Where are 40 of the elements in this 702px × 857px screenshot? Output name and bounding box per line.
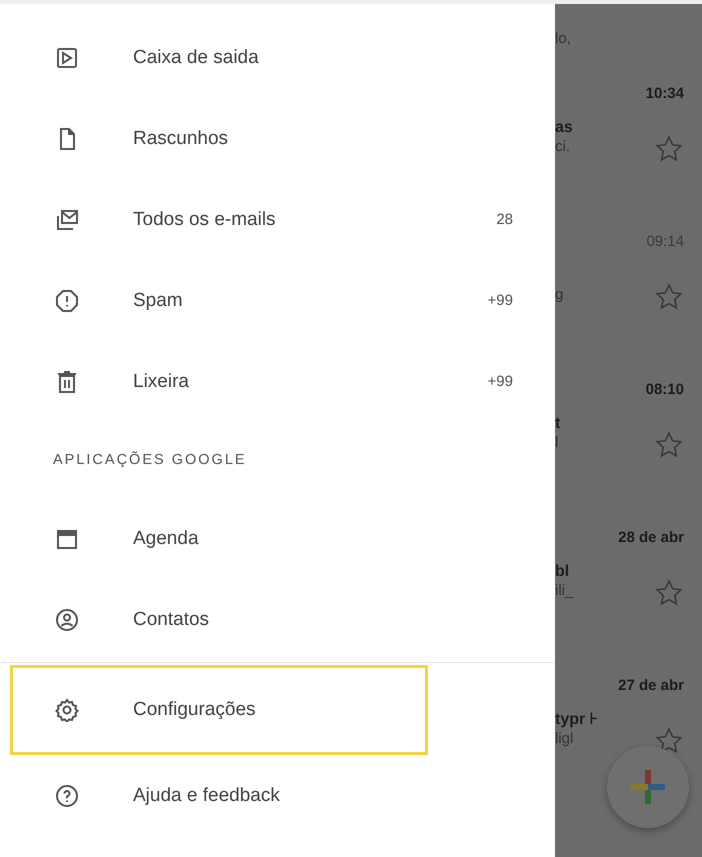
email-snippet: ci. [555, 138, 570, 156]
star-icon[interactable] [654, 282, 684, 312]
star-icon[interactable] [654, 578, 684, 608]
item-count: +99 [488, 373, 513, 390]
email-snippet: lo, [555, 30, 571, 48]
person-circle-icon [55, 608, 79, 632]
section-header: APLICAÇÕES GOOGLE [52, 450, 248, 470]
drawer-item[interactable]: Contatos [0, 579, 555, 660]
email-time: 08:10 [644, 380, 685, 400]
drawer-item[interactable]: Caixa de saida [0, 17, 555, 98]
email-snippet: g [555, 286, 564, 304]
help-icon [55, 784, 79, 808]
email-snippet: ligl [555, 730, 574, 748]
drawer-item[interactable]: Configurações [10, 665, 428, 755]
plus-icon [628, 767, 668, 807]
email-sender: typr ⊦ [555, 710, 599, 730]
alert-icon [55, 288, 79, 312]
drawer-item[interactable]: Agenda [0, 498, 555, 579]
drawer-item[interactable]: Lixeira +99 [0, 341, 555, 422]
trash-icon [55, 370, 79, 394]
star-icon[interactable] [654, 430, 684, 460]
item-count: +99 [488, 292, 513, 309]
email-snippet: ili_ [555, 582, 574, 600]
email-snippet: l [555, 434, 558, 452]
email-time: 10:34 [644, 84, 685, 104]
drawer-item[interactable]: Spam +99 [0, 260, 555, 341]
drawer-item[interactable]: Todos os e-mails 28 [0, 179, 555, 260]
star-icon[interactable] [654, 134, 684, 164]
email-sender: bl [555, 562, 570, 582]
email-time: 27 de abr [617, 676, 685, 696]
mail-stack-icon [55, 208, 79, 232]
drawer-item[interactable]: Rascunhos [0, 98, 555, 179]
drawer-item[interactable]: Ajuda e feedback [0, 755, 555, 836]
email-time: 28 de abr [617, 528, 685, 548]
outbox-icon [55, 46, 79, 70]
email-sender: as [555, 118, 574, 138]
star-icon[interactable] [654, 726, 684, 756]
settings-icon [55, 698, 79, 722]
email-sender: t [555, 414, 562, 434]
item-count: 28 [496, 211, 513, 228]
